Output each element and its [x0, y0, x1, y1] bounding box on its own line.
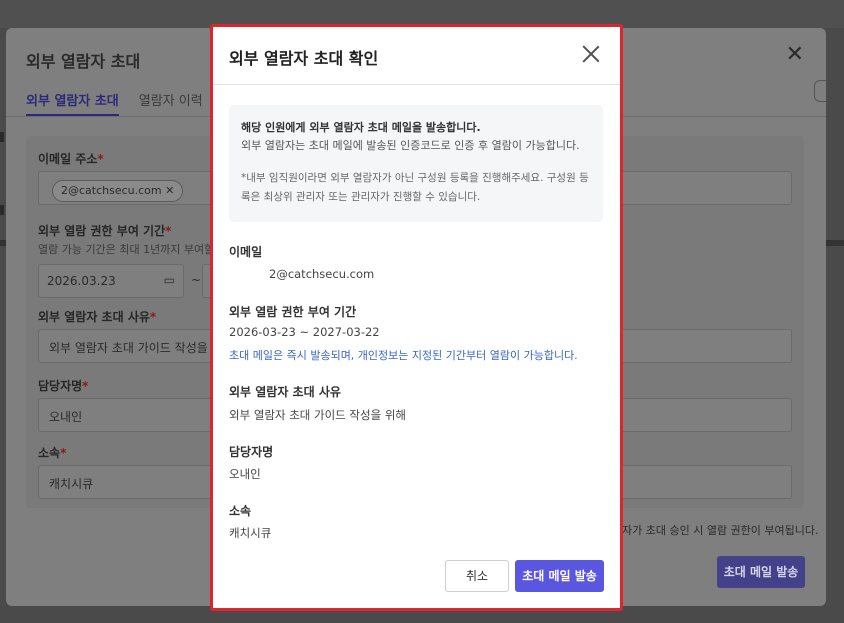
notice-body: 외부 열람자는 초대 메일에 발송된 인증코드로 인증 후 열람이 가능합니다. [241, 139, 580, 152]
manager-section-value: 오내인 [229, 467, 261, 481]
period-label: 외부 열람 권한 부여 기간* [38, 224, 172, 238]
tab-history[interactable]: 열람자 이력 [139, 90, 203, 116]
left-edge-mark [0, 205, 4, 215]
notice-heading: 해당 인원에게 외부 열람자 초대 메일을 발송합니다. [241, 121, 481, 134]
background-close-icon[interactable]: ✕ [786, 44, 804, 66]
period-info-text: 초대 메일은 즉시 발송되며, 개인정보는 지정된 기간부터 열람이 가능합니다… [229, 349, 578, 362]
period-section-value: 2026-03-23 ~ 2027-03-22 [229, 325, 380, 339]
email-label: 이메일 주소* [38, 152, 104, 166]
background-footer-note: 자가 초대 승인 시 열람 권한이 부여됩니다. [622, 524, 819, 537]
email-section-label: 이메일 [229, 245, 263, 259]
dialog-title: 외부 열람자 초대 확인 [229, 49, 379, 68]
background-send-button[interactable]: 초대 메일 발송 [717, 556, 805, 588]
manager-section-label: 담당자명 [229, 445, 274, 459]
background-tabs: 외부 열람자 초대 열람자 이력 [26, 90, 203, 116]
notice-footnote: *내부 임직원이라면 외부 열람자가 아닌 구성원 등록을 진행해주세요. 구성… [241, 172, 589, 203]
background-side-pill [814, 80, 826, 102]
email-section-value: 2@catchsecu.com [269, 267, 375, 281]
reason-section-label: 외부 열람자 초대 사유 [229, 385, 341, 399]
close-icon[interactable] [582, 45, 600, 63]
dialog-header: 외부 열람자 초대 확인 [213, 27, 620, 85]
reason-label: 외부 열람자 초대 사유* [38, 310, 157, 324]
tab-invite[interactable]: 외부 열람자 초대 [26, 90, 119, 116]
invite-confirm-dialog: 외부 열람자 초대 확인 해당 인원에게 외부 열람자 초대 메일을 발송합니다… [210, 24, 623, 611]
period-section-label: 외부 열람 권한 부여 기간 [229, 305, 357, 319]
period-help-text: 열람 가능 기간은 최대 1년까지 부여할 수 [38, 243, 228, 256]
affiliation-section-label: 소속 [229, 504, 252, 518]
notice-box: 해당 인원에게 외부 열람자 초대 메일을 발송합니다. 외부 열람자는 초대 … [229, 105, 603, 222]
affiliation-label: 소속* [38, 446, 67, 460]
left-edge-mark [0, 132, 4, 142]
chip-remove-icon[interactable]: ✕ [165, 184, 174, 197]
date-separator: ~ [191, 273, 202, 287]
email-chip[interactable]: 2@catchsecu.com ✕ [52, 180, 184, 202]
reason-section-value: 외부 열람자 초대 가이드 작성을 위해 [229, 408, 406, 422]
background-modal-title: 외부 열람자 초대 [26, 52, 141, 71]
affiliation-section-value: 캐치시큐 [229, 526, 272, 540]
right-edge-bar [826, 240, 844, 246]
manager-label: 담당자명* [38, 379, 89, 393]
start-date-input[interactable]: 2026.03.23 ▭ [38, 264, 184, 298]
left-edge-bar [0, 240, 6, 246]
email-chip-text: 2@catchsecu.com [61, 184, 162, 197]
calendar-icon[interactable]: ▭ [164, 273, 175, 287]
send-invite-button[interactable]: 초대 메일 발송 [515, 560, 604, 592]
cancel-button[interactable]: 취소 [445, 560, 509, 592]
